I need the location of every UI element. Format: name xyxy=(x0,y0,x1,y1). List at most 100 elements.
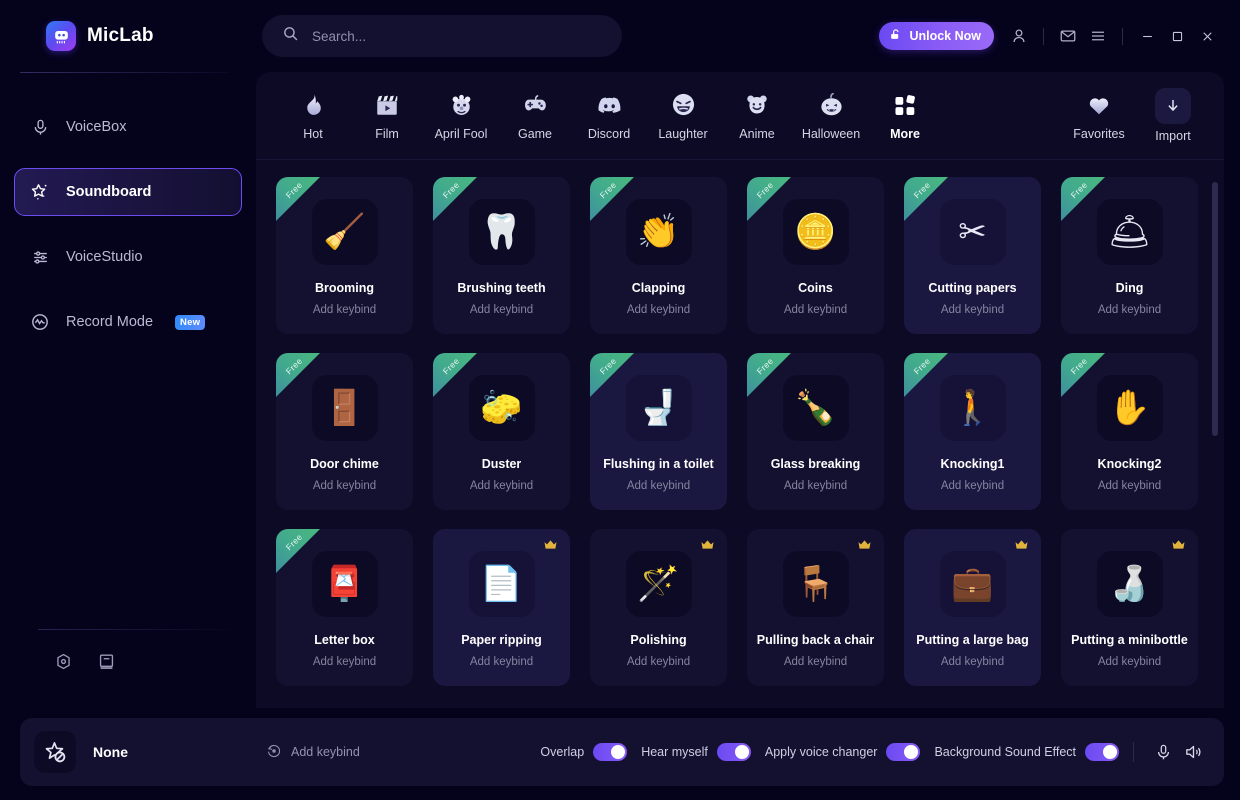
free-ribbon-label: Free xyxy=(1068,355,1090,377)
sidebar-item-record-mode[interactable]: Record Mode New xyxy=(14,298,242,346)
sound-artwork: 🧽 xyxy=(468,375,535,441)
sound-card[interactable]: Free 🛎 Ding Add keybind xyxy=(1061,177,1198,334)
toggle-knob xyxy=(734,745,749,759)
sound-title: Glass breaking xyxy=(770,457,861,471)
sound-add-keybind[interactable]: Add keybind xyxy=(784,304,847,316)
sound-add-keybind[interactable]: Add keybind xyxy=(627,656,690,668)
sound-card[interactable]: 🪑 Pulling back a chair Add keybind xyxy=(747,529,884,686)
category-tab-favorites[interactable]: Favorites xyxy=(1062,90,1136,141)
sound-artwork: 💼 xyxy=(939,551,1006,617)
sound-add-keybind[interactable]: Add keybind xyxy=(784,480,847,492)
sidebar-footer xyxy=(0,629,256,692)
sound-card[interactable]: Free 🍾 Glass breaking Add keybind xyxy=(747,353,884,510)
sidebar-item-voicestudio[interactable]: VoiceStudio xyxy=(14,233,242,281)
search-input[interactable]: Search... xyxy=(262,15,622,57)
sidebar: VoiceBox Soundboard VoiceStudio Record M… xyxy=(0,72,256,708)
sound-card[interactable]: Free 🧽 Duster Add keybind xyxy=(433,353,570,510)
minimize-icon[interactable] xyxy=(1132,21,1162,51)
maximize-icon[interactable] xyxy=(1162,21,1192,51)
toggle-group: Apply voice changer xyxy=(765,743,921,761)
sound-card[interactable]: Free ✂ Cutting papers Add keybind xyxy=(904,177,1041,334)
category-tab-hot[interactable]: Hot xyxy=(276,90,350,141)
category-tab-anime[interactable]: Anime xyxy=(720,90,794,141)
user-icon[interactable] xyxy=(1004,21,1034,51)
sound-add-keybind[interactable]: Add keybind xyxy=(313,656,376,668)
grid-squares-icon xyxy=(892,90,918,118)
sound-add-keybind[interactable]: Add keybind xyxy=(627,304,690,316)
sound-add-keybind[interactable]: Add keybind xyxy=(470,480,533,492)
sound-card[interactable]: Free 🧹 Brooming Add keybind xyxy=(276,177,413,334)
sound-add-keybind[interactable]: Add keybind xyxy=(1098,656,1161,668)
category-tab-discord[interactable]: Discord xyxy=(572,90,646,141)
category-label: More xyxy=(890,127,920,141)
app-title: MicLab xyxy=(87,25,154,46)
category-tab-laughter[interactable]: Laughter xyxy=(646,90,720,141)
sound-add-keybind[interactable]: Add keybind xyxy=(627,480,690,492)
add-keybind-button[interactable]: Add keybind xyxy=(266,743,360,762)
sound-card[interactable]: 🍶 Putting a minibottle Add keybind xyxy=(1061,529,1198,686)
sound-grid-scroll-area[interactable]: Free 🧹 Brooming Add keybind Free 🦷 Brushing te… xyxy=(256,160,1224,708)
sound-add-keybind[interactable]: Add keybind xyxy=(941,304,1004,316)
import-button[interactable]: Import xyxy=(1136,88,1210,143)
sound-add-keybind[interactable]: Add keybind xyxy=(941,480,1004,492)
category-tab-april-fool[interactable]: April Fool xyxy=(424,90,498,141)
sound-title: Clapping xyxy=(631,281,686,295)
category-tab-game[interactable]: Game xyxy=(498,90,572,141)
category-tab-more[interactable]: More xyxy=(868,90,942,141)
search-placeholder: Search... xyxy=(312,28,367,44)
microphone-icon xyxy=(29,118,51,137)
sound-add-keybind[interactable]: Add keybind xyxy=(470,656,533,668)
sound-add-keybind[interactable]: Add keybind xyxy=(470,304,533,316)
sound-artwork: 🪑 xyxy=(782,551,849,617)
sound-card[interactable]: 🪄 Polishing Add keybind xyxy=(590,529,727,686)
sound-add-keybind[interactable]: Add keybind xyxy=(1098,480,1161,492)
sound-card[interactable]: Free 🦷 Brushing teeth Add keybind xyxy=(433,177,570,334)
category-bar: Hot Film April Fool Game Discord Laughte… xyxy=(256,72,1224,160)
sound-card[interactable]: Free 🚪 Door chime Add keybind xyxy=(276,353,413,510)
unlock-now-button[interactable]: Unlock Now xyxy=(879,22,994,50)
toggle-switch[interactable] xyxy=(1085,743,1119,761)
add-keybind-label: Add keybind xyxy=(291,745,360,759)
sound-card[interactable]: Free 🚶 Knocking1 Add keybind xyxy=(904,353,1041,510)
sound-card[interactable]: Free 👏 Clapping Add keybind xyxy=(590,177,727,334)
brand: MicLab xyxy=(0,0,256,72)
hamburger-menu-icon[interactable] xyxy=(1083,21,1113,51)
sound-add-keybind[interactable]: Add keybind xyxy=(784,656,847,668)
fire-icon xyxy=(301,90,326,118)
sound-add-keybind[interactable]: Add keybind xyxy=(313,304,376,316)
speaker-icon[interactable] xyxy=(1178,737,1208,767)
free-ribbon-label: Free xyxy=(911,179,933,201)
sound-card[interactable]: Free 🚽 Flushing in a toilet Add keybind xyxy=(590,353,727,510)
sound-add-keybind[interactable]: Add keybind xyxy=(941,656,1004,668)
settings-gear-icon[interactable] xyxy=(54,652,73,676)
free-ribbon-label: Free xyxy=(440,179,462,201)
unlock-now-label: Unlock Now xyxy=(909,29,981,43)
guide-book-icon[interactable] xyxy=(97,652,116,676)
current-sound-name: None xyxy=(93,744,128,760)
sound-artwork: ✂ xyxy=(939,199,1006,265)
sound-card[interactable]: Free 🪙 Coins Add keybind xyxy=(747,177,884,334)
mail-icon[interactable] xyxy=(1053,21,1083,51)
category-label: Laughter xyxy=(658,127,708,141)
microphone-icon[interactable] xyxy=(1148,737,1178,767)
sound-add-keybind[interactable]: Add keybind xyxy=(1098,304,1161,316)
sidebar-item-voicebox[interactable]: VoiceBox xyxy=(14,103,242,151)
sound-add-keybind[interactable]: Add keybind xyxy=(313,480,376,492)
bear-face-icon xyxy=(744,90,770,118)
toggle-switch[interactable] xyxy=(886,743,921,761)
sound-card[interactable]: Free ✋ Knocking2 Add keybind xyxy=(1061,353,1198,510)
sound-card[interactable]: 📄 Paper ripping Add keybind xyxy=(433,529,570,686)
sidebar-item-soundboard[interactable]: Soundboard xyxy=(14,168,242,216)
category-label: Game xyxy=(517,127,553,141)
toggle-switch[interactable] xyxy=(716,743,751,761)
close-icon[interactable] xyxy=(1192,21,1222,51)
category-tab-film[interactable]: Film xyxy=(350,90,424,141)
sound-title: Flushing in a toilet xyxy=(603,457,714,471)
toggle-switch[interactable] xyxy=(593,743,628,761)
sound-card[interactable]: Free 📮 Letter box Add keybind xyxy=(276,529,413,686)
sound-title: Knocking1 xyxy=(940,457,1005,471)
sound-card[interactable]: 💼 Putting a large bag Add keybind xyxy=(904,529,1041,686)
category-tab-halloween[interactable]: Halloween xyxy=(794,90,868,141)
divider xyxy=(1043,27,1044,45)
sound-artwork: 📄 xyxy=(468,551,535,617)
